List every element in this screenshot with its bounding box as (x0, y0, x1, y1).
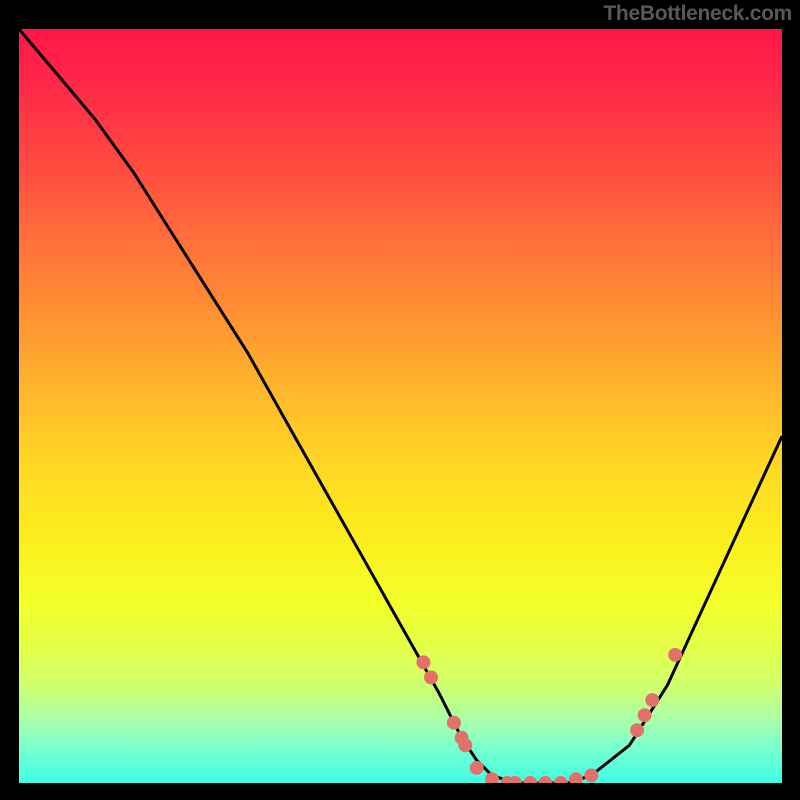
gradient-background (19, 29, 782, 783)
chart-area (17, 27, 784, 785)
watermark-text: TheBottleneck.com (603, 2, 792, 26)
